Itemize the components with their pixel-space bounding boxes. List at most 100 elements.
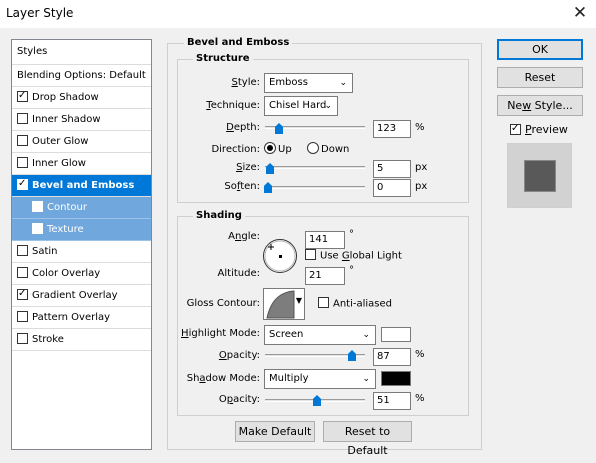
checkbox-icon[interactable] (17, 267, 28, 278)
style-value: Emboss (269, 77, 308, 88)
altitude-unit: ° (349, 265, 354, 276)
shadow-mode-select[interactable]: Multiply ⌄ (264, 369, 376, 389)
shadow-mode-value: Multiply (269, 373, 309, 384)
style-item-label: Inner Shadow (32, 114, 101, 125)
style-item-label: Satin (32, 246, 58, 257)
highlight-mode-select[interactable]: Screen ⌄ (264, 325, 376, 345)
shadow-mode-label: Shadow Mode: (186, 373, 260, 384)
depth-unit: % (415, 122, 425, 133)
blending-options-label: Blending Options: Default (17, 70, 146, 81)
angle-label: Angle: (228, 231, 260, 242)
soften-slider[interactable] (265, 186, 365, 189)
highlight-opacity-label: Opacity: (218, 350, 260, 361)
technique-select[interactable]: Chisel Hard ⌄ (264, 96, 338, 116)
preview-checkbox[interactable]: Preview (510, 122, 568, 136)
shadow-opacity-input[interactable]: 51 (373, 392, 411, 410)
styles-header-label: Styles (17, 46, 48, 57)
checkbox-checked-icon (510, 122, 521, 136)
ok-button[interactable]: OK (497, 39, 583, 60)
checkbox-checked-icon[interactable] (17, 287, 28, 301)
soften-unit: px (415, 181, 428, 192)
anti-aliased-checkbox[interactable]: Anti-aliased (318, 297, 393, 310)
chevron-down-icon: ▼ (295, 296, 302, 305)
chevron-down-icon: ⌄ (362, 330, 370, 340)
bevel-emboss-title: Bevel and Emboss (184, 37, 293, 48)
blending-options[interactable]: Blending Options: Default (12, 65, 151, 87)
checkbox-icon[interactable] (32, 223, 43, 234)
depth-input[interactable]: 123 (373, 120, 411, 138)
style-item-label: Contour (47, 202, 87, 213)
checkbox-icon[interactable] (17, 135, 28, 146)
direction-label: Direction: (211, 144, 260, 155)
anti-aliased-label: Anti-aliased (333, 298, 393, 310)
style-item-label: Drop Shadow (32, 92, 99, 103)
checkbox-icon[interactable] (17, 113, 28, 124)
gloss-contour-picker[interactable]: ▼ (263, 288, 305, 320)
style-label: Style: (231, 77, 261, 88)
highlight-color-swatch[interactable] (381, 327, 411, 342)
style-item-stroke[interactable]: Stroke (12, 329, 151, 351)
contour-curve-icon (266, 290, 295, 319)
shadow-opacity-unit: % (415, 393, 425, 404)
radio-off-icon (307, 142, 319, 154)
checkbox-icon[interactable] (17, 311, 28, 322)
style-item-texture[interactable]: Texture (12, 219, 151, 241)
altitude-input[interactable]: 21 (305, 267, 345, 285)
technique-value: Chisel Hard (269, 100, 327, 111)
checkbox-checked-icon[interactable] (17, 89, 28, 103)
direction-down-radio[interactable]: Down (307, 142, 350, 155)
radio-on-icon (264, 142, 276, 154)
checkbox-icon[interactable] (17, 333, 28, 344)
size-slider[interactable] (265, 166, 365, 169)
angle-dial-icon (263, 239, 297, 273)
checkbox-checked-icon[interactable] (17, 177, 28, 191)
technique-label: Technique: (206, 100, 260, 111)
angle-unit: ° (349, 229, 354, 240)
close-icon[interactable]: ✕ (570, 3, 590, 23)
checkbox-icon[interactable] (17, 245, 28, 256)
style-item-label: Color Overlay (32, 268, 101, 279)
chevron-down-icon: ⌄ (324, 101, 332, 111)
direction-up-label: Up (278, 144, 292, 155)
checkbox-icon (318, 297, 329, 308)
style-item-label: Bevel and Emboss (32, 180, 135, 191)
checkbox-icon[interactable] (32, 201, 43, 212)
style-item-contour[interactable]: Contour (12, 197, 151, 219)
style-item-drop-shadow[interactable]: Drop Shadow (12, 87, 151, 109)
preview-box (507, 143, 572, 208)
direction-up-radio[interactable]: Up (264, 142, 292, 155)
highlight-opacity-input[interactable]: 87 (373, 348, 411, 366)
soften-input[interactable]: 0 (373, 179, 411, 197)
style-item-label: Pattern Overlay (32, 312, 111, 323)
angle-dial[interactable] (262, 238, 298, 274)
angle-input[interactable]: 141 (305, 231, 345, 249)
use-global-light-checkbox[interactable]: Use Global Light (305, 249, 402, 262)
new-style-button[interactable]: New Style... (497, 95, 583, 116)
size-input[interactable]: 5 (373, 160, 411, 178)
style-item-outer-glow[interactable]: Outer Glow (12, 131, 151, 153)
direction-down-label: Down (321, 144, 350, 155)
gloss-contour-label: Gloss Contour: (186, 298, 260, 309)
style-item-inner-shadow[interactable]: Inner Shadow (12, 109, 151, 131)
make-default-button[interactable]: Make Default (235, 421, 315, 442)
soften-label: Soften: (224, 181, 260, 192)
styles-list: Styles Blending Options: Default Drop Sh… (11, 39, 152, 450)
style-item-pattern-overlay[interactable]: Pattern Overlay (12, 307, 151, 329)
style-item-inner-glow[interactable]: Inner Glow (12, 153, 151, 175)
styles-header[interactable]: Styles (12, 40, 151, 65)
style-item-label: Gradient Overlay (32, 290, 118, 301)
style-item-label: Texture (47, 224, 84, 235)
checkbox-icon[interactable] (17, 157, 28, 168)
size-label: Size: (236, 162, 260, 173)
highlight-mode-label: Highlight Mode: (181, 328, 260, 339)
style-select[interactable]: Emboss ⌄ (264, 73, 353, 93)
reset-to-default-button[interactable]: Reset to Default (323, 421, 412, 457)
style-item-bevel-and-emboss[interactable]: Bevel and Emboss (12, 175, 151, 197)
shadow-opacity-label: Opacity: (218, 394, 260, 405)
style-item-gradient-overlay[interactable]: Gradient Overlay (12, 285, 151, 307)
style-item-color-overlay[interactable]: Color Overlay (12, 263, 151, 285)
title-bar (0, 0, 596, 28)
style-item-satin[interactable]: Satin (12, 241, 151, 263)
reset-button[interactable]: Reset (497, 67, 583, 88)
shadow-color-swatch[interactable] (381, 371, 411, 386)
